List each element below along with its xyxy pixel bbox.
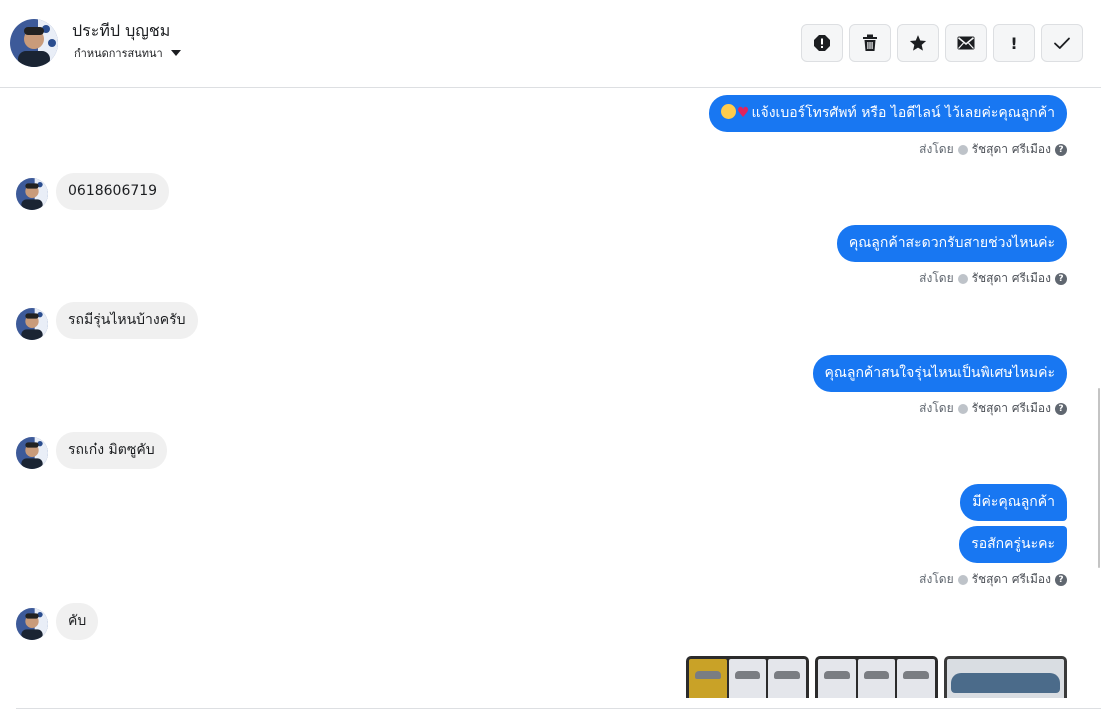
sent-by-label: ส่งโดย รัชสุดา ศรีเมือง ?: [919, 269, 1067, 288]
message-thread: ♥ แจ้งเบอร์โทรศัพท์ หรือ ไอดีไลน์ ไว้เลยค…: [0, 88, 1101, 698]
sent-by-prefix: ส่งโดย: [919, 401, 954, 415]
message-text: รถมีรุ่นไหนบ้างครับ: [68, 312, 186, 328]
mark-unread-button[interactable]: [945, 24, 987, 62]
outgoing-message[interactable]: คุณลูกค้าสนใจรุ่นไหนเป็นพิเศษไหมค่ะ: [812, 355, 1067, 392]
star-button[interactable]: [897, 24, 939, 62]
sent-by-label: ส่งโดย รัชสุดา ศรีเมือง ?: [919, 140, 1067, 159]
delete-button[interactable]: [849, 24, 891, 62]
conversation-toolbar: !: [801, 24, 1083, 62]
caret-down-icon: [170, 50, 181, 56]
contact-avatar-small[interactable]: [16, 437, 48, 469]
verified-icon: [957, 574, 968, 585]
conversation-header: ประทีป บุญชม กำหนดการสนทนา !: [0, 0, 1101, 88]
sent-by-prefix: ส่งโดย: [919, 271, 954, 285]
agent-name[interactable]: รัชสุดา ศรีเมือง: [972, 570, 1051, 589]
message-text: มีค่ะคุณลูกค้า: [972, 494, 1055, 510]
contact-avatar-small[interactable]: [16, 178, 48, 210]
mark-spam-button[interactable]: [801, 24, 843, 62]
outgoing-message[interactable]: มีค่ะคุณลูกค้า: [960, 484, 1067, 521]
outgoing-message[interactable]: ♥ แจ้งเบอร์โทรศัพท์ หรือ ไอดีไลน์ ไว้เลยค…: [708, 95, 1067, 132]
scrollbar[interactable]: [1097, 88, 1101, 698]
incoming-message[interactable]: รถเก๋ง มิตซูคับ: [56, 432, 167, 469]
sent-by-prefix: ส่งโดย: [919, 142, 954, 156]
assign-conversation-dropdown[interactable]: กำหนดการสนทนา: [74, 44, 181, 62]
message-text: คับ: [68, 613, 87, 629]
assign-conversation-label: กำหนดการสนทนา: [74, 47, 163, 60]
help-icon[interactable]: ?: [1055, 272, 1067, 285]
incoming-message[interactable]: คับ: [56, 603, 99, 640]
agent-name[interactable]: รัชสุดา ศรีเมือง: [972, 269, 1051, 288]
spam-icon: [814, 35, 830, 51]
smiling-hearts-emoji-icon: [720, 104, 736, 119]
message-text: แจ้งเบอร์โทรศัพท์ หรือ ไอดีไลน์ ไว้เลยค่…: [751, 105, 1055, 121]
scrollbar-thumb[interactable]: [1098, 388, 1100, 568]
help-icon[interactable]: ?: [1055, 402, 1067, 415]
star-icon: [909, 35, 927, 51]
red-heart-emoji-icon: ♥: [736, 105, 750, 121]
message-text: คุณลูกค้าสะดวกรับสายช่วงไหนค่ะ: [848, 235, 1055, 251]
composer-divider: [16, 708, 1101, 709]
help-icon[interactable]: ?: [1055, 143, 1067, 156]
verified-icon: [957, 403, 968, 414]
follow-up-button[interactable]: !: [993, 24, 1035, 62]
contact-avatar-small[interactable]: [16, 608, 48, 640]
image-attachment[interactable]: [944, 656, 1067, 698]
agent-name[interactable]: รัชสุดา ศรีเมือง: [972, 140, 1051, 159]
image-attachments: [686, 656, 1067, 698]
verified-icon: [957, 144, 968, 155]
contact-name[interactable]: ประทีป บุญชม: [72, 19, 170, 44]
check-icon: [1054, 37, 1070, 49]
trash-icon: [863, 34, 877, 51]
contact-avatar[interactable]: [10, 19, 58, 67]
sent-by-prefix: ส่งโดย: [919, 572, 954, 586]
exclamation-icon: !: [1010, 33, 1018, 53]
verified-icon: [957, 273, 968, 284]
incoming-message[interactable]: 0618606719: [56, 173, 170, 210]
agent-name[interactable]: รัชสุดา ศรีเมือง: [972, 399, 1051, 418]
outgoing-message[interactable]: คุณลูกค้าสะดวกรับสายช่วงไหนค่ะ: [836, 225, 1067, 262]
message-text: รถเก๋ง มิตซูคับ: [68, 442, 155, 458]
incoming-message[interactable]: รถมีรุ่นไหนบ้างครับ: [56, 302, 198, 339]
image-attachment[interactable]: [686, 656, 809, 698]
outgoing-message[interactable]: รอสักครู่นะคะ: [959, 526, 1067, 563]
message-text: 0618606719: [68, 183, 158, 199]
help-icon[interactable]: ?: [1055, 573, 1067, 586]
envelope-icon: [957, 36, 975, 50]
contact-avatar-small[interactable]: [16, 308, 48, 340]
message-text: รอสักครู่นะคะ: [971, 536, 1055, 552]
mark-done-button[interactable]: [1041, 24, 1083, 62]
message-text: คุณลูกค้าสนใจรุ่นไหนเป็นพิเศษไหมค่ะ: [824, 365, 1055, 381]
image-attachment[interactable]: [815, 656, 938, 698]
sent-by-label: ส่งโดย รัชสุดา ศรีเมือง ?: [919, 399, 1067, 418]
sent-by-label: ส่งโดย รัชสุดา ศรีเมือง ?: [919, 570, 1067, 589]
